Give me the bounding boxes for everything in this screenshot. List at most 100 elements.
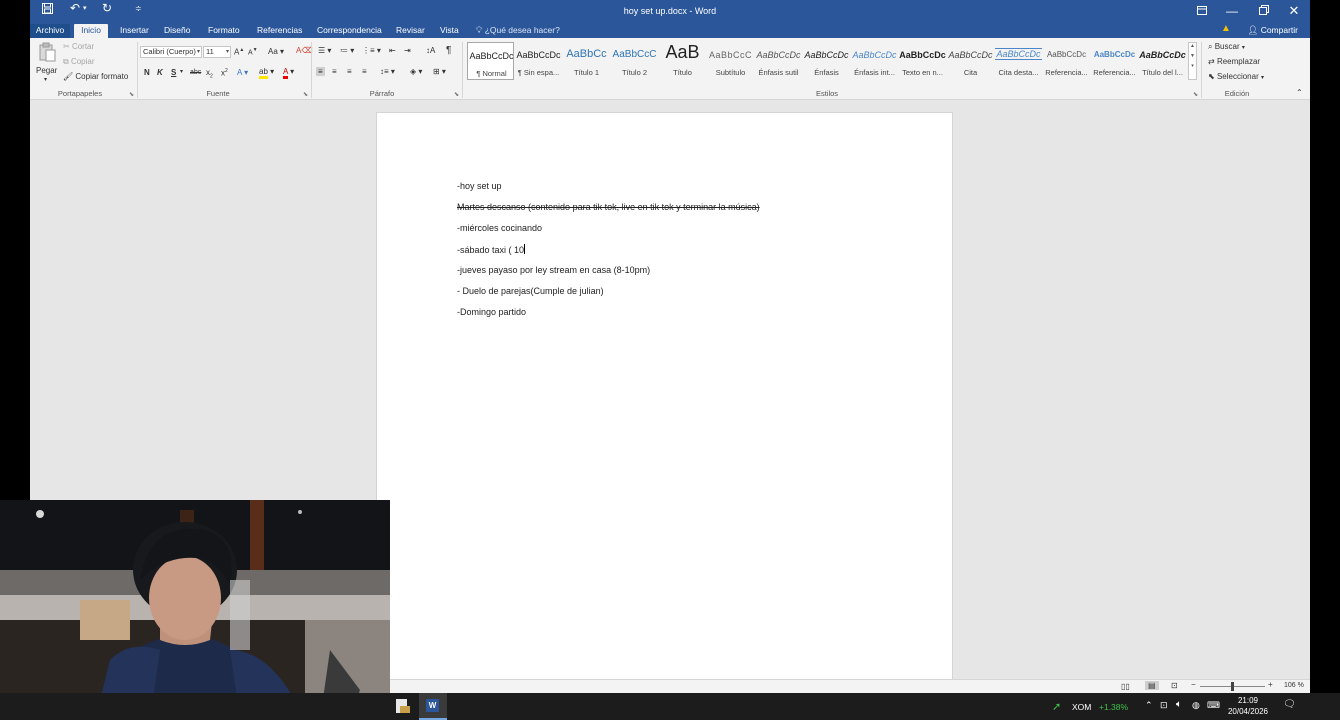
cut-button[interactable]: ✂ Cortar [63,42,94,51]
style-subtle-emphasis[interactable]: AaBbCcDc Énfasis sutil [755,42,802,80]
strikethrough-icon[interactable]: abc [190,69,201,76]
clipboard-launcher-icon[interactable]: ⬊ [129,91,134,98]
sort-icon[interactable]: ↕A [426,46,435,55]
battery-icon[interactable]: ◍ [1192,700,1200,711]
align-right-icon[interactable]: ≡ [347,67,352,76]
bold-icon[interactable]: N [144,68,150,77]
numbering-icon[interactable]: ≔ ▾ [340,46,354,55]
select-button[interactable]: ⬉ Seleccionar ▾ [1208,72,1264,81]
ribbon-display-options-icon[interactable] [1189,2,1215,20]
close-button[interactable]: ✕ [1281,2,1307,20]
increase-indent-icon[interactable]: ⇥ [404,46,411,55]
borders-icon[interactable]: ⊞ ▾ [433,67,446,76]
style-no-spacing[interactable]: AaBbCcDc ¶ Sin espa... [515,42,562,80]
style-strong[interactable]: AaBbCcDc Texto en n... [899,42,946,80]
style-subtle-reference[interactable]: AaBbCcDc Referencia... [1043,42,1090,80]
doc-line-4[interactable]: -sábado taxi ( 10 [457,245,524,255]
tab-insertar[interactable]: Insertar [114,24,155,38]
style-book-title[interactable]: AaBbCcDc Título del l... [1139,42,1186,80]
clock-date[interactable]: 20/04/2026 [1226,707,1270,716]
font-family-combo[interactable]: Calibri (Cuerpo) ▾ [140,46,202,58]
format-painter-button[interactable]: 🖌︎ Copiar formato [63,72,128,81]
zoom-in-icon[interactable]: + [1268,680,1273,689]
volume-icon[interactable]: 🔈︎ [1176,699,1182,710]
tab-archivo[interactable]: Archivo [30,24,70,38]
share-button[interactable]: 👤︎ Compartir [1248,23,1298,37]
zoom-slider-thumb[interactable] [1231,682,1234,691]
style-intense-emphasis[interactable]: AaBbCcDc Énfasis int... [851,42,898,80]
tab-referencias[interactable]: Referencias [251,24,308,38]
superscript-icon[interactable]: x2 [221,68,228,78]
network-icon[interactable]: ⊡ [1160,700,1168,711]
style-normal[interactable]: AaBbCcDc ¶ Normal [467,42,514,80]
tab-diseno[interactable]: Diseño [158,24,196,38]
clock-time[interactable]: 21:09 [1226,696,1270,705]
multilevel-list-icon[interactable]: ⋮≡ ▾ [362,46,381,55]
minimize-button[interactable]: — [1219,2,1245,20]
paste-dropdown-icon[interactable]: ▾ [44,76,47,83]
restore-button[interactable] [1251,2,1277,20]
shading-icon[interactable]: ◈ ▾ [410,67,422,76]
change-case-icon[interactable]: Aa ▾ [268,47,284,56]
tell-me-box[interactable]: 💡︎ ¿Qué desea hacer? [476,24,560,38]
style-emphasis[interactable]: AaBbCcDc Énfasis [803,42,850,80]
print-layout-icon[interactable]: ▤ [1145,681,1159,690]
tab-vista[interactable]: Vista [434,24,465,38]
bullets-icon[interactable]: ☰ ▾ [318,46,331,55]
tab-formato[interactable]: Formato [202,24,246,38]
align-left-icon[interactable]: ≡ [316,67,325,76]
doc-line-7[interactable]: -Domingo partido [457,307,526,317]
tab-inicio[interactable]: Inicio [74,24,108,38]
justify-icon[interactable]: ≡ [362,67,367,76]
copy-button[interactable]: ⧉ Copiar [63,57,95,67]
doc-line-4-wrapper[interactable]: -sábado taxi ( 10 [457,244,526,255]
style-quote[interactable]: AaBbCcDc Cita [947,42,994,80]
pilcrow-icon[interactable]: ¶ [446,45,451,56]
underline-icon[interactable]: S [171,68,176,77]
tab-revisar[interactable]: Revisar [390,24,431,38]
style-heading-1[interactable]: AaBbCc Título 1 [563,42,610,80]
collapse-ribbon-icon[interactable]: ⌃ [1296,88,1303,97]
style-heading-2[interactable]: AaBbCcC Título 2 [611,42,658,80]
warning-icon[interactable]: ▲ [1221,23,1231,34]
find-button[interactable]: ⌕ Buscar ▾ [1208,42,1245,52]
chevron-down-icon[interactable]: ▼ [1189,53,1196,59]
zoom-level[interactable]: 106 % [1284,682,1304,689]
decrease-indent-icon[interactable]: ⇤ [389,46,396,55]
replace-button[interactable]: ⇄ Reemplazar [1208,57,1260,66]
zoom-out-icon[interactable]: − [1191,680,1196,689]
style-intense-reference[interactable]: AaBbCcDc Referencia... [1091,42,1138,80]
style-intense-quote[interactable]: AaBbCcDc Cita desta... [995,42,1042,80]
tab-correspondencia[interactable]: Correspondencia [311,24,388,38]
stock-change[interactable]: +1.38% [1099,702,1128,712]
font-size-combo[interactable]: 11 ▾ [203,46,231,58]
shrink-font-icon[interactable]: A▼ [248,47,258,56]
document-page[interactable]: -hoy set up Martes descanso (contenido p… [376,112,953,682]
line-spacing-icon[interactable]: ↕≡ ▾ [380,67,395,76]
font-launcher-icon[interactable]: ⬊ [303,91,308,98]
italic-icon[interactable]: K [157,68,163,77]
chevron-up-icon[interactable]: ⌃ [1145,700,1153,711]
read-mode-icon[interactable]: ▯▯ [1121,682,1130,691]
word-taskbar-button[interactable]: W [419,693,447,720]
paragraph-launcher-icon[interactable]: ⬊ [454,91,459,98]
highlight-icon[interactable]: ab ▾ [259,67,274,79]
notifications-icon[interactable]: 🗨︎ [1283,699,1296,710]
stock-ticker[interactable]: XOM [1072,702,1091,712]
style-subtitle[interactable]: AaBbCcC Subtítulo [707,42,754,80]
style-title[interactable]: AaB Título [659,42,706,80]
web-layout-icon[interactable]: ⊡ [1171,681,1178,690]
styles-gallery-scroll[interactable]: ▲ ▼ ▾ [1188,42,1197,80]
doc-line-5[interactable]: -jueves payaso por ley stream en casa (8… [457,265,650,275]
doc-line-2[interactable]: Martes descanso (contenido para tik tok,… [457,202,760,212]
text-effects-icon[interactable]: A ▾ [237,68,248,77]
doc-line-6[interactable]: - Duelo de parejas(Cumple de julian) [457,286,604,296]
doc-line-1[interactable]: -hoy set up [457,181,502,191]
file-explorer-icon[interactable] [394,697,412,715]
chevron-up-icon[interactable]: ▲ [1189,43,1196,49]
font-color-icon[interactable]: A ▾ [283,67,294,79]
paste-button[interactable] [37,42,57,64]
align-center-icon[interactable]: ≡ [332,67,337,76]
doc-line-3[interactable]: -miércoles cocinando [457,223,542,233]
subscript-icon[interactable]: x2 [206,68,213,80]
